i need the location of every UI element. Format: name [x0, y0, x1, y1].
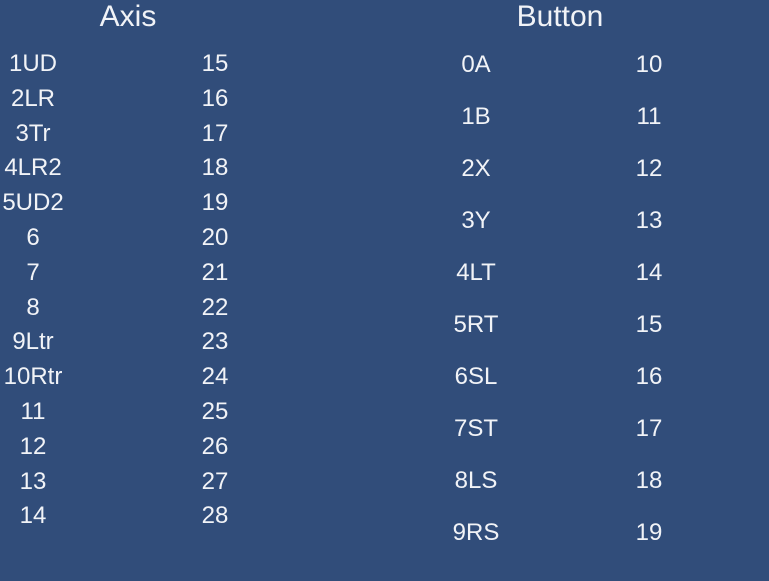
button-label: 6SL	[454, 363, 498, 390]
button-label: 5RT	[453, 311, 499, 338]
button-label: 8LS	[454, 467, 498, 494]
button-label: 14	[635, 259, 663, 286]
axis-label: 7	[26, 258, 40, 286]
button-label: 3Y	[461, 207, 491, 234]
axis-label: 24	[201, 363, 229, 391]
axis-label: 3Tr	[15, 119, 51, 147]
axis-label: 11	[20, 397, 46, 425]
axis-label: 23	[201, 328, 229, 356]
axis-heading: Axis	[99, 0, 157, 33]
button-label: 11	[636, 103, 662, 130]
axis-label: 22	[201, 293, 229, 321]
axis-label: 8	[26, 293, 40, 321]
button-heading: Button	[516, 0, 604, 33]
axis-label: 27	[201, 467, 229, 495]
axis-label: 21	[201, 258, 229, 286]
button-label: 16	[635, 363, 663, 390]
button-label: 0A	[461, 51, 491, 78]
button-list-left: 0A 1B 2X 3Y 4LT 5RT 6SL 7ST 8LS 9RS	[436, 39, 516, 559]
button-label: 19	[635, 519, 663, 546]
axis-label: 28	[201, 502, 229, 530]
axis-label: 17	[201, 119, 229, 147]
button-label: 13	[635, 207, 663, 234]
axis-label: 9Ltr	[12, 328, 54, 356]
button-label: 17	[635, 415, 663, 442]
button-label: 4LT	[456, 259, 496, 286]
button-label: 1B	[461, 103, 491, 130]
axis-label: 18	[201, 154, 229, 182]
axis-list-left: 1UD 2LR 3Tr 4LR2 5UD2 6 7 8 9Ltr 10Rtr 11 12 13 14	[0, 47, 66, 534]
button-label: 2X	[461, 155, 491, 182]
button-label: 7ST	[453, 415, 498, 442]
button-label: 18	[635, 467, 663, 494]
button-label: 15	[635, 311, 663, 338]
axis-label: 10Rtr	[3, 363, 63, 391]
axis-label: 20	[201, 223, 229, 251]
button-label: 10	[635, 51, 663, 78]
axis-label: 5UD2	[2, 189, 64, 217]
axis-label: 12	[19, 432, 47, 460]
axis-list-right: 15 16 17 18 19 20 21 22 23 24 25 26 27 28	[182, 47, 248, 534]
axis-label: 13	[19, 467, 47, 495]
button-label: 9RS	[452, 519, 500, 546]
axis-label: 4LR2	[4, 154, 62, 182]
axis-label: 25	[201, 397, 229, 425]
button-label: 12	[635, 155, 663, 182]
axis-label: 15	[201, 50, 229, 77]
axis-label: 1UD	[8, 50, 57, 77]
axis-label: 16	[201, 84, 229, 112]
axis-label: 26	[201, 432, 229, 460]
axis-label: 19	[201, 189, 229, 217]
axis-label: 6	[26, 223, 40, 251]
button-list-right: 10 11 12 13 14 15 16 17 18 19	[609, 39, 689, 559]
axis-label: 14	[19, 502, 47, 530]
axis-label: 2LR	[10, 84, 56, 112]
